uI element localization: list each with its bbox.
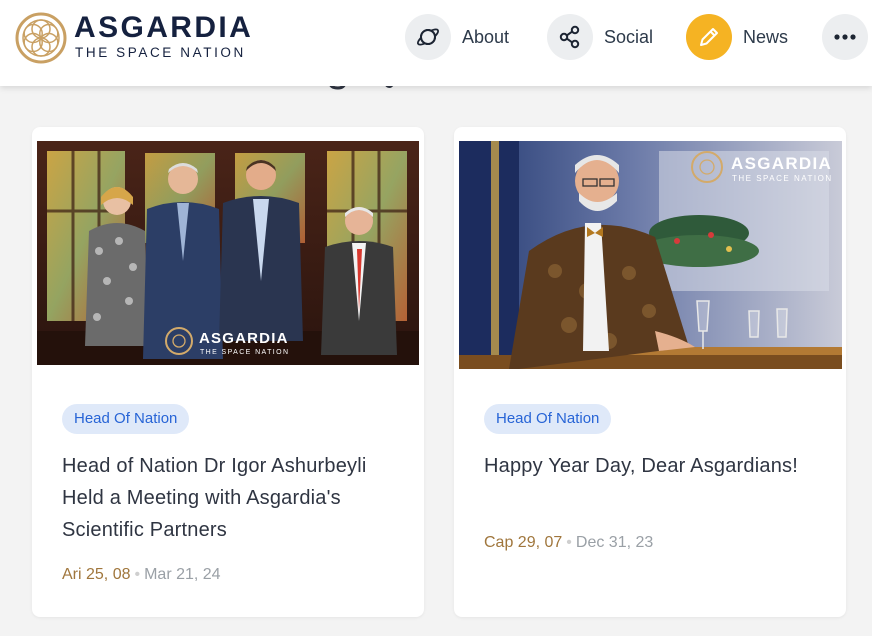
nav-social-label: Social <box>604 26 654 47</box>
category-badge[interactable]: Head Of Nation <box>484 404 612 434</box>
image-watermark-subtitle: THE SPACE NATION <box>732 174 833 183</box>
image-watermark-title: ASGARDIA <box>199 330 289 347</box>
planet-icon <box>405 14 451 60</box>
article-card[interactable]: ASGARDIA THE SPACE NATION Head Of Nation… <box>32 127 424 617</box>
asgardian-date: Ari 25, 08 <box>62 566 131 583</box>
brand-subtitle: THE SPACE NATION <box>75 45 246 60</box>
separator-dot: • <box>566 534 572 551</box>
share-icon <box>547 14 593 60</box>
article-card[interactable]: ASGARDIA THE SPACE NATION Head Of Nation… <box>454 127 846 617</box>
article-image[interactable]: ASGARDIA THE SPACE NATION <box>459 141 842 369</box>
image-watermark-title: ASGARDIA <box>731 154 832 173</box>
asgardia-logo-icon[interactable] <box>15 12 67 64</box>
article-image[interactable]: ASGARDIA THE SPACE NATION <box>37 141 419 365</box>
pencil-icon <box>686 14 732 60</box>
article-title[interactable]: Happy Year Day, Dear Asgardians! <box>484 450 824 482</box>
nav-news[interactable]: News <box>686 14 788 60</box>
gregorian-date: Mar 21, 24 <box>144 566 221 583</box>
nav-about-label: About <box>462 26 510 47</box>
nav-about[interactable]: About <box>405 14 509 60</box>
gregorian-date: Dec 31, 23 <box>575 534 654 551</box>
brand-title[interactable]: ASGARDIA <box>74 12 253 44</box>
nav-news-label: News <box>743 26 789 47</box>
nav-more[interactable] <box>822 14 868 60</box>
more-dots-icon <box>822 14 868 60</box>
article-dates: Cap 29, 07 • Dec 31, 23 <box>484 533 653 553</box>
category-badge[interactable]: Head Of Nation <box>62 404 190 434</box>
asgardian-date: Cap 29, 07 <box>484 534 563 551</box>
separator-dot: • <box>134 566 141 583</box>
image-watermark-subtitle: THE SPACE NATION <box>200 349 289 356</box>
article-title[interactable]: Head of Nation Dr Igor Ashurbeyli Held a… <box>62 450 402 546</box>
nav-social[interactable]: Social <box>547 14 653 60</box>
site-header: ASGARDIA THE SPACE NATION About Social N… <box>0 0 872 86</box>
article-dates: Ari 25, 08 • Mar 21, 24 <box>62 565 221 585</box>
